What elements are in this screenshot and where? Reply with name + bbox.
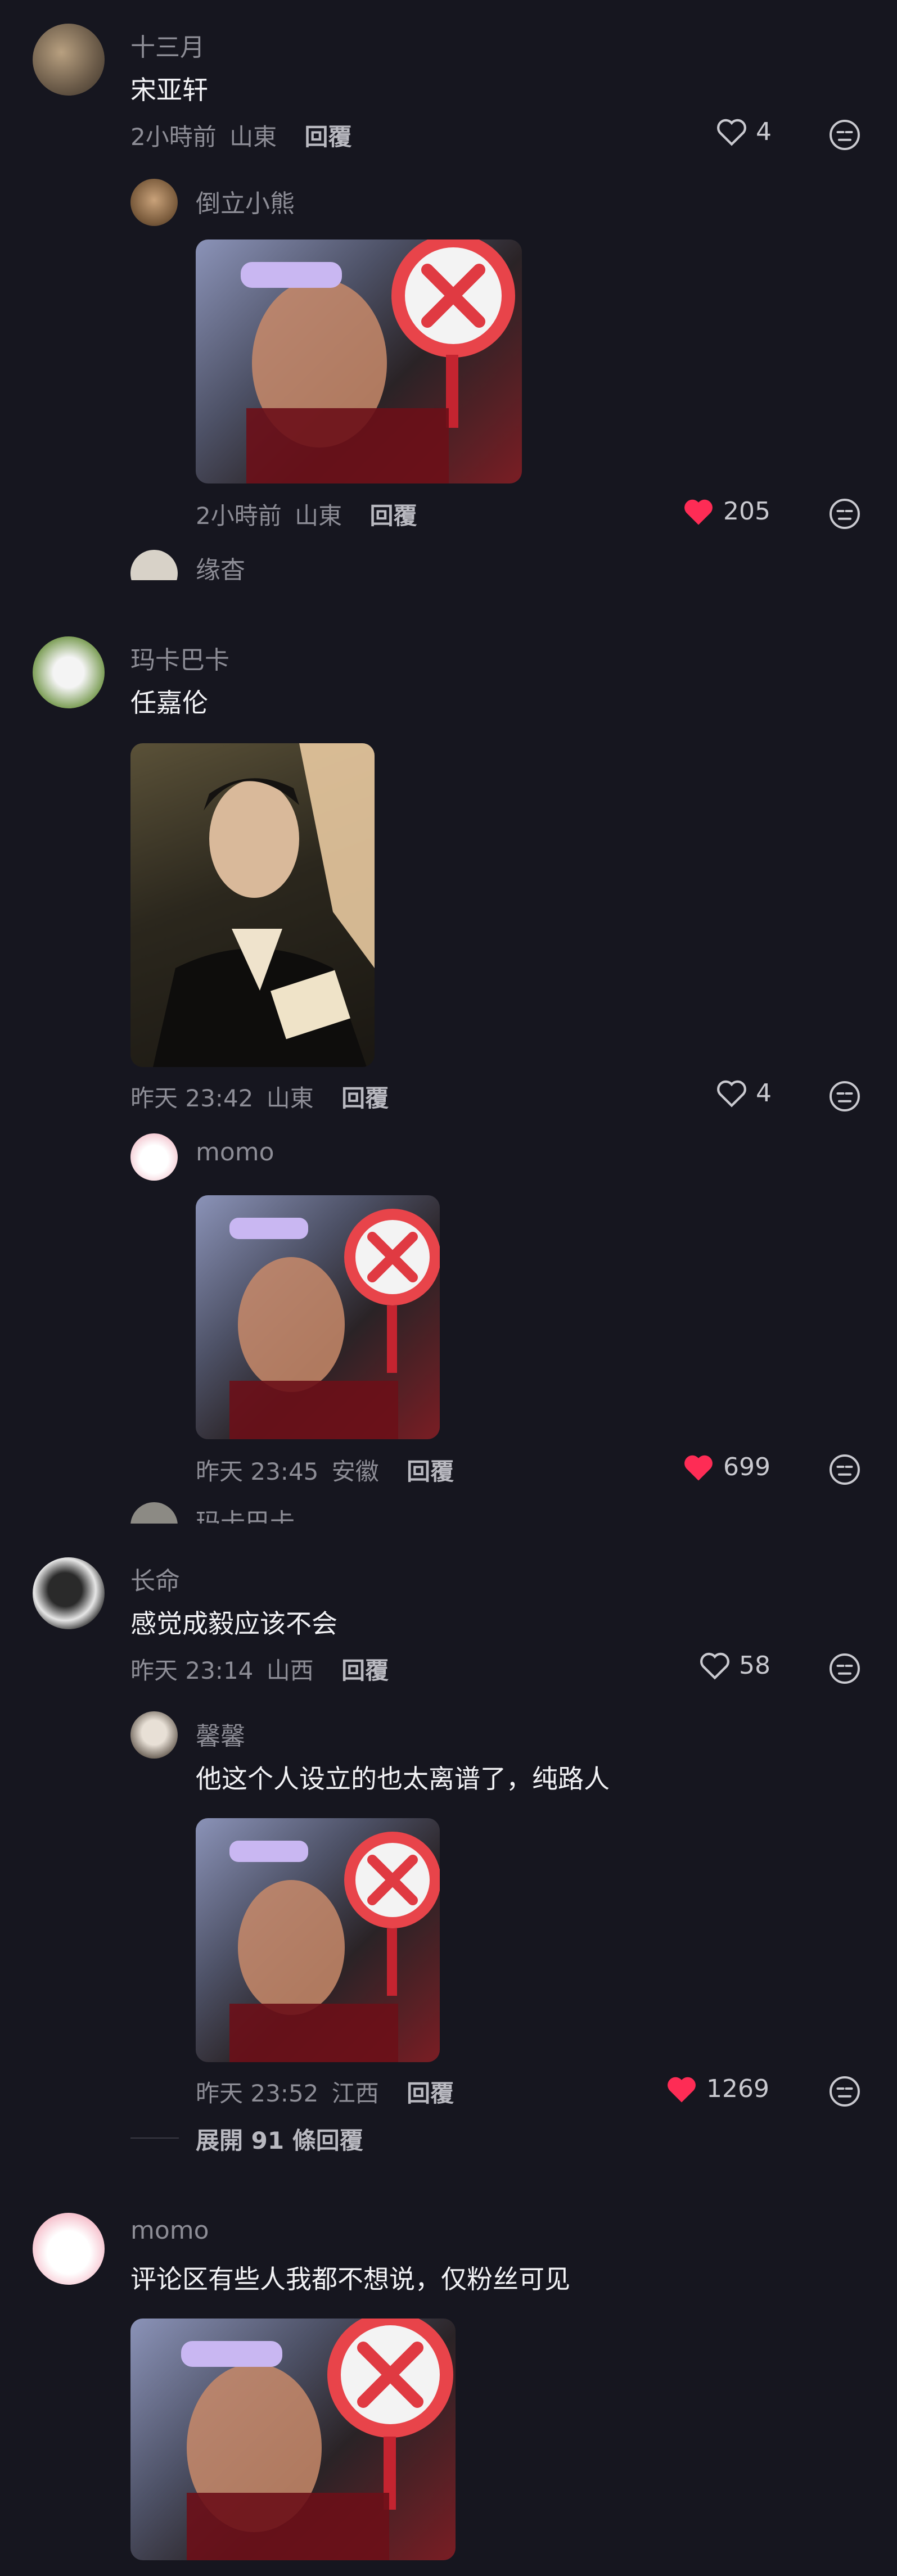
reply-username: 缘杳	[196, 556, 245, 580]
comment-meta: 2小時前 山東 回覆	[130, 118, 351, 152]
like-button[interactable]: 4	[715, 117, 772, 146]
comment-username[interactable]: 长命	[130, 1561, 180, 1597]
reply-location: 山東	[295, 502, 342, 530]
reply-button[interactable]: 回覆	[407, 2080, 454, 2107]
avatar[interactable]	[130, 1711, 178, 1759]
avatar[interactable]	[33, 636, 105, 708]
red-x-sign-icon	[241, 239, 515, 483]
expand-divider	[130, 2137, 179, 2139]
dislike-icon[interactable]	[828, 2075, 862, 2108]
reply-username[interactable]: 馨馨	[196, 1716, 245, 1752]
heart-filled-icon	[684, 499, 713, 525]
reply-time: 昨天 23:45	[196, 1458, 319, 1485]
avatar	[130, 550, 178, 580]
comment-time: 昨天 23:14	[130, 1657, 254, 1684]
comment-text: 任嘉伦	[130, 688, 208, 718]
reply-image[interactable]	[196, 1195, 440, 1439]
reply-username[interactable]: momo	[196, 1138, 274, 1167]
reply-image[interactable]	[196, 1818, 440, 2062]
heart-outline-icon	[717, 119, 746, 146]
reply-button[interactable]: 回覆	[369, 502, 417, 530]
dislike-icon[interactable]	[828, 118, 862, 152]
comment-text: 宋亚轩	[130, 75, 208, 105]
reply-button[interactable]: 回覆	[341, 1657, 389, 1684]
like-count: 4	[756, 1078, 772, 1108]
reply-button[interactable]: 回覆	[341, 1084, 389, 1112]
like-button[interactable]: 4	[715, 1078, 772, 1108]
red-x-sign-icon	[229, 1209, 440, 1439]
comment-username[interactable]: 十三月	[130, 27, 205, 63]
avatar	[130, 1502, 178, 1524]
comment-text: 感觉成毅应该不会	[130, 1608, 337, 1639]
like-button[interactable]: 205	[682, 496, 770, 526]
comment-text: 评论区有些人我都不想说，仅粉丝可见	[130, 2264, 570, 2294]
like-button[interactable]: 1269	[665, 2073, 769, 2104]
reply-button[interactable]: 回覆	[304, 123, 351, 151]
heart-filled-icon	[668, 2077, 696, 2103]
portrait-image	[153, 743, 375, 1067]
reply-username: 玛卡巴卡	[196, 1508, 295, 1524]
dislike-icon[interactable]	[828, 1453, 862, 1486]
reply-meta: 昨天 23:45 安徽 回覆	[196, 1453, 454, 1487]
comment-location: 山東	[229, 123, 277, 151]
like-button[interactable]: 58	[698, 1651, 770, 1680]
reply-time: 2小時前	[196, 502, 282, 530]
like-count: 58	[739, 1651, 770, 1680]
like-count: 1269	[706, 2074, 769, 2103]
comment-image[interactable]	[130, 743, 375, 1067]
cut-reply-row[interactable]: 玛卡巴卡	[130, 1502, 897, 1524]
reply-text: 他这个人设立的也太离谱了，纯路人	[196, 1764, 610, 1794]
red-x-sign-icon	[229, 1832, 440, 2062]
comment-username[interactable]: momo	[130, 2216, 209, 2245]
red-x-sign-icon	[181, 2319, 453, 2560]
reply-meta: 昨天 23:52 江西 回覆	[196, 2075, 454, 2109]
comment-time: 2小時前	[130, 123, 217, 151]
reply-location: 安徽	[331, 1458, 379, 1485]
reply-time: 昨天 23:52	[196, 2080, 319, 2107]
dislike-icon[interactable]	[828, 1652, 862, 1685]
dislike-icon[interactable]	[828, 497, 862, 531]
heart-outline-icon	[700, 1652, 729, 1680]
comment-location: 山東	[266, 1084, 314, 1112]
avatar[interactable]	[130, 179, 178, 226]
reply-image[interactable]	[196, 239, 522, 483]
comment-username[interactable]: 玛卡巴卡	[130, 640, 229, 676]
comment-meta: 昨天 23:14 山西 回覆	[130, 1652, 389, 1686]
expand-replies-button[interactable]: 展開 91 條回覆	[196, 2122, 363, 2156]
like-count: 4	[756, 117, 772, 146]
reply-meta: 2小時前 山東 回覆	[196, 497, 417, 531]
comment-image[interactable]	[130, 2319, 456, 2560]
like-button[interactable]: 699	[682, 1452, 770, 1482]
comment-location: 山西	[266, 1657, 314, 1684]
heart-filled-icon	[684, 1455, 713, 1481]
avatar[interactable]	[130, 1133, 178, 1181]
avatar[interactable]	[33, 24, 105, 96]
comment-time: 昨天 23:42	[130, 1084, 254, 1112]
like-count: 699	[723, 1452, 770, 1481]
cut-reply-row[interactable]: 缘杳	[130, 550, 897, 580]
avatar[interactable]	[33, 1557, 105, 1629]
like-count: 205	[723, 496, 770, 526]
reply-button[interactable]: 回覆	[407, 1458, 454, 1485]
reply-location: 江西	[331, 2080, 379, 2107]
avatar[interactable]	[33, 2213, 105, 2285]
reply-username[interactable]: 倒立小熊	[196, 183, 295, 219]
dislike-icon[interactable]	[828, 1079, 862, 1113]
heart-outline-icon	[717, 1080, 746, 1108]
comment-meta: 昨天 23:42 山東 回覆	[130, 1079, 389, 1114]
